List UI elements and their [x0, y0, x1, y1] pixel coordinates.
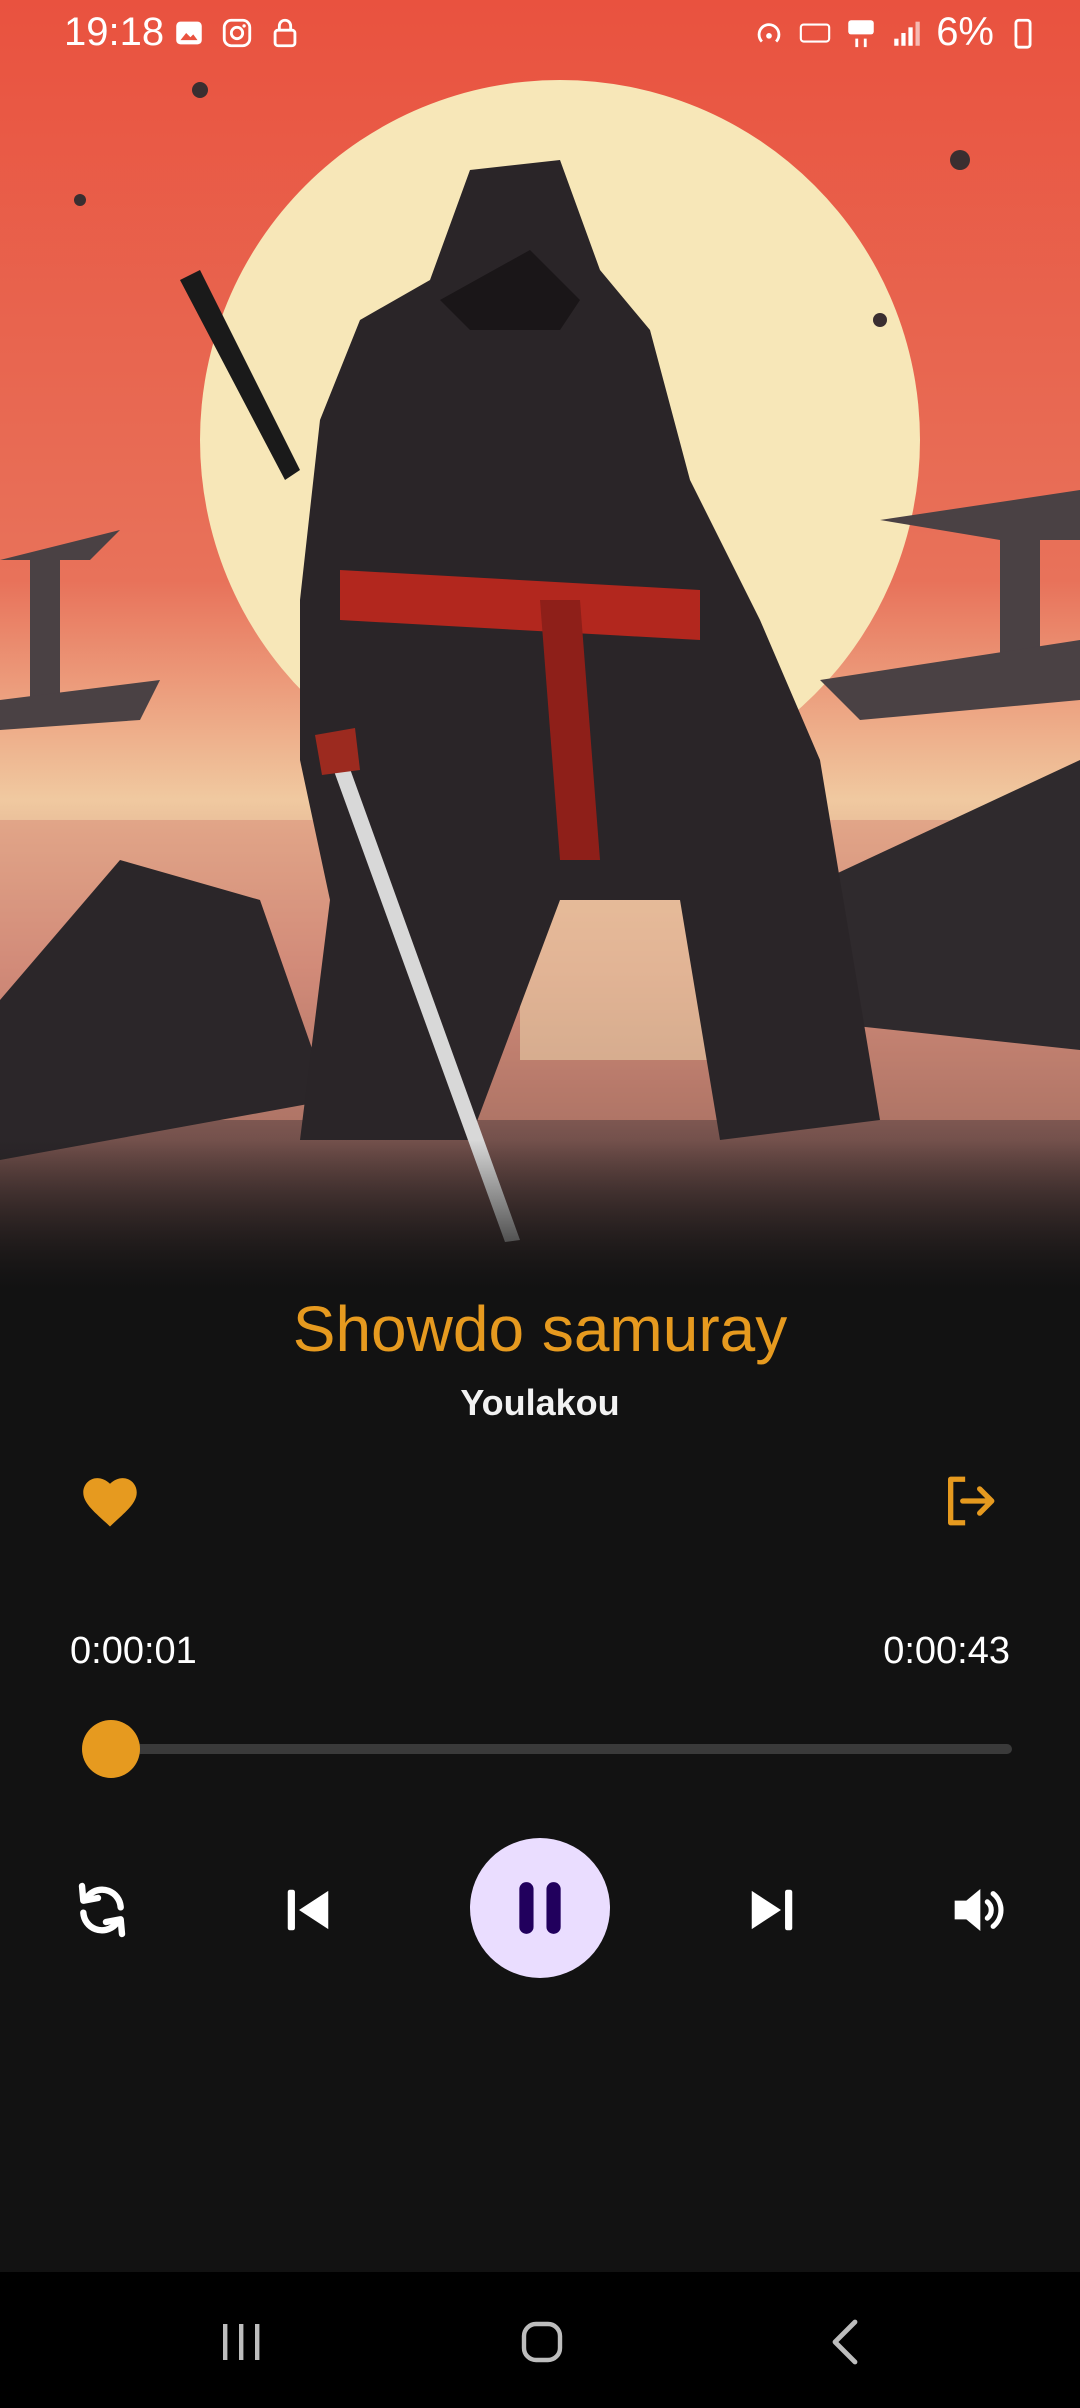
next-button[interactable] — [722, 1860, 822, 1960]
battery-percent: 6% — [936, 10, 994, 54]
skip-previous-icon — [287, 1889, 329, 1931]
time-elapsed: 0:00:01 — [70, 1630, 197, 1672]
album-art-image — [0, 0, 1080, 1290]
seek-bar[interactable] — [90, 1744, 1012, 1754]
status-bar: 19:18 6% — [0, 0, 1080, 70]
status-time: 19:18 — [64, 10, 165, 54]
logout-icon — [948, 1476, 995, 1526]
home-button[interactable] — [497, 2302, 587, 2382]
seek-thumb[interactable] — [82, 1720, 140, 1778]
5g-icon — [848, 19, 874, 47]
album-art — [0, 0, 1080, 1290]
gallery-icon — [176, 21, 202, 45]
repeat-icon — [78, 1882, 126, 1938]
volume-button[interactable] — [928, 1860, 1028, 1960]
heart-icon — [83, 1478, 137, 1527]
skip-next-icon — [751, 1889, 793, 1931]
exit-button[interactable] — [930, 1466, 1010, 1536]
back-button[interactable] — [800, 2302, 890, 2382]
hotspot-icon — [757, 22, 781, 42]
time-total: 0:00:43 — [883, 1630, 1010, 1672]
repeat-button[interactable] — [52, 1860, 152, 1960]
volte-icon — [799, 22, 831, 43]
recent-apps-icon — [223, 2324, 260, 2360]
pause-button[interactable] — [470, 1838, 610, 1978]
system-nav-bar — [0, 2272, 1080, 2408]
battery-icon — [1014, 18, 1032, 49]
instagram-icon — [222, 18, 252, 48]
signal-icon — [894, 21, 920, 46]
lock-icon — [273, 18, 297, 48]
previous-button[interactable] — [258, 1860, 358, 1960]
recent-apps-button[interactable] — [196, 2302, 286, 2382]
home-icon — [521, 2321, 563, 2363]
pause-icon — [519, 1882, 561, 1934]
track-title: Showdo samuray — [292, 1293, 788, 1365]
volume-icon — [954, 1889, 1004, 1931]
favorite-button[interactable] — [70, 1466, 150, 1536]
track-artist: Youlakou — [460, 1382, 620, 1423]
back-icon — [832, 2319, 858, 2365]
